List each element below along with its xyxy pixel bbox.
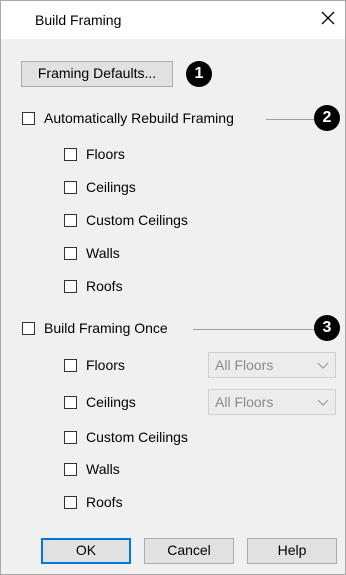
- auto-walls-checkbox[interactable]: [64, 247, 77, 260]
- close-icon[interactable]: [319, 9, 337, 27]
- once-ceilings-select-value: All Floors: [215, 394, 274, 410]
- build-framing-dialog: Build Framing Framing Defaults... 1 Auto…: [0, 0, 346, 575]
- auto-custom-ceilings-label: Custom Ceilings: [86, 212, 188, 228]
- callout-2: 2: [314, 105, 340, 131]
- once-ceilings-checkbox[interactable]: [64, 396, 77, 409]
- auto-roofs-label: Roofs: [86, 278, 123, 294]
- once-roofs-label: Roofs: [86, 494, 123, 510]
- once-custom-ceilings-checkbox[interactable]: [64, 431, 77, 444]
- once-ceilings-label: Ceilings: [86, 394, 136, 410]
- callout-1: 1: [186, 61, 212, 87]
- auto-rebuild-framing-label: Automatically Rebuild Framing: [44, 110, 234, 126]
- once-floors-select-value: All Floors: [215, 357, 274, 373]
- auto-custom-ceilings-checkbox[interactable]: [64, 214, 77, 227]
- group-divider: [193, 329, 314, 330]
- dialog-title: Build Framing: [35, 12, 122, 28]
- ok-button[interactable]: OK: [41, 538, 131, 564]
- auto-rebuild-framing-checkbox[interactable]: [22, 112, 35, 125]
- framing-defaults-button[interactable]: Framing Defaults...: [21, 61, 173, 87]
- auto-ceilings-label: Ceilings: [86, 179, 136, 195]
- once-ceilings-select[interactable]: All Floors: [208, 389, 336, 415]
- once-floors-label: Floors: [86, 357, 125, 373]
- auto-floors-label: Floors: [86, 146, 125, 162]
- build-framing-once-checkbox[interactable]: [22, 322, 35, 335]
- chevron-down-icon: [317, 362, 329, 369]
- once-custom-ceilings-label: Custom Ceilings: [86, 429, 188, 445]
- group-divider: [266, 119, 314, 120]
- build-framing-once-label: Build Framing Once: [44, 320, 168, 336]
- title-bar: Build Framing: [1, 1, 345, 39]
- help-button[interactable]: Help: [247, 538, 337, 564]
- auto-ceilings-checkbox[interactable]: [64, 181, 77, 194]
- once-roofs-checkbox[interactable]: [64, 496, 77, 509]
- once-floors-select[interactable]: All Floors: [208, 352, 336, 378]
- once-walls-label: Walls: [86, 461, 120, 477]
- auto-walls-label: Walls: [86, 245, 120, 261]
- callout-3: 3: [314, 315, 340, 341]
- auto-floors-checkbox[interactable]: [64, 148, 77, 161]
- once-walls-checkbox[interactable]: [64, 463, 77, 476]
- cancel-button[interactable]: Cancel: [144, 538, 234, 564]
- auto-roofs-checkbox[interactable]: [64, 280, 77, 293]
- once-floors-checkbox[interactable]: [64, 359, 77, 372]
- chevron-down-icon: [317, 399, 329, 406]
